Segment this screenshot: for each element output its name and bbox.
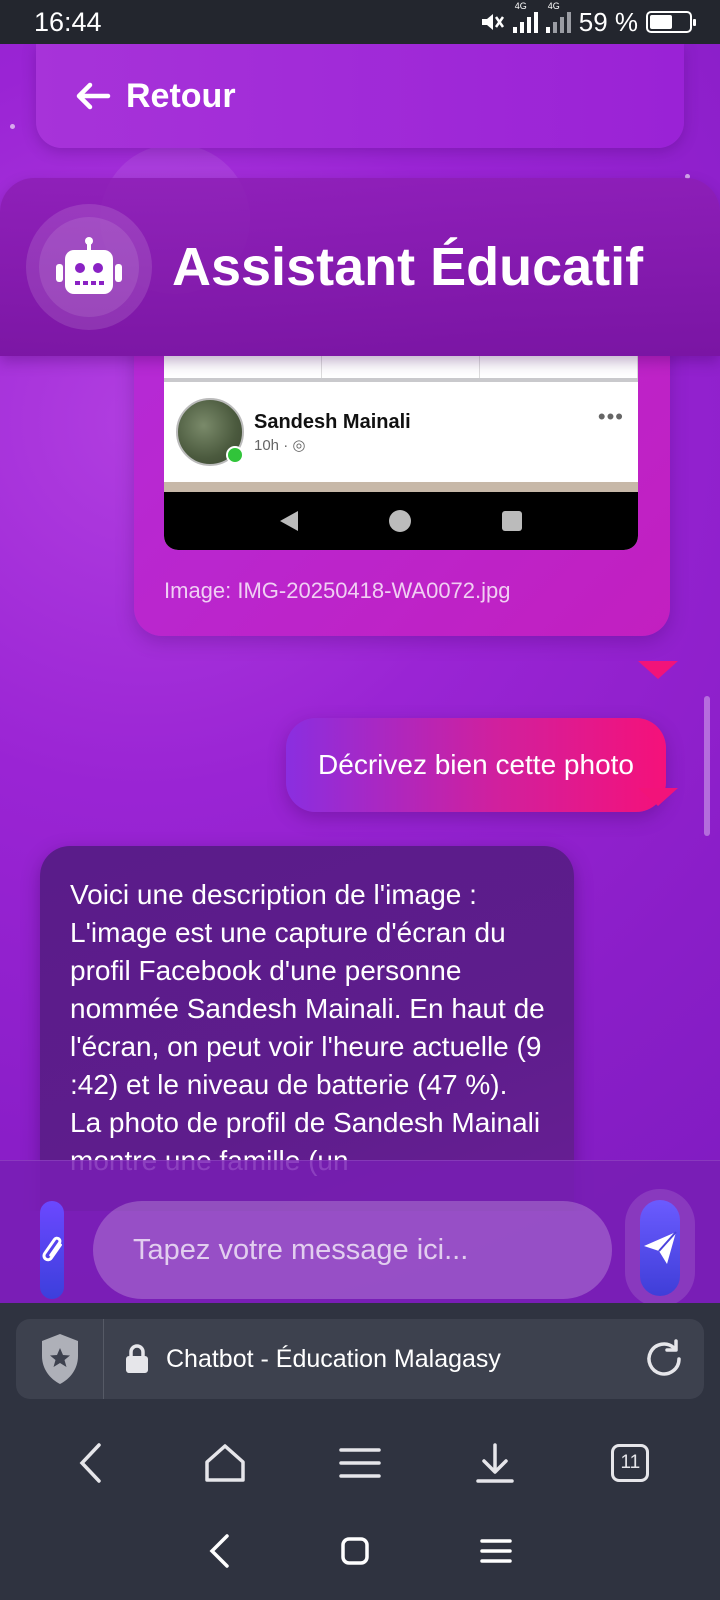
browser-toolbar: Chatbot - Éducation Malagasy 11 [0,1303,720,1600]
bot-message: Voici une description de l'image : L'ima… [40,846,574,1211]
download-icon [476,1443,514,1483]
screenshot-photo-strip [164,482,638,492]
back-triangle-icon [279,511,298,531]
browser-home-button[interactable] [195,1433,255,1493]
signal-icon-2: 4G [545,1,571,33]
system-back-icon [209,1533,229,1568]
chat-header: Assistant Éducatif [0,178,720,356]
status-icons: 4G 4G 59 % [479,1,696,38]
address-bar[interactable]: Chatbot - Éducation Malagasy [16,1319,704,1399]
tabs-count: 11 [611,1444,650,1482]
signal-icon: 4G [512,1,538,33]
message-input[interactable] [93,1201,612,1299]
composer [0,1160,720,1303]
scrollbar[interactable] [704,696,710,836]
mute-icon [481,14,504,30]
home-icon [205,1444,245,1482]
screenshot-tabs [164,356,638,382]
screenshot-name: Sandesh Mainali [254,410,411,433]
robot-icon [56,237,122,294]
battery-icon [646,11,696,33]
back-button[interactable]: Retour [36,44,684,148]
page-title: Assistant Éducatif [172,237,644,297]
battery-percent: 59 % [578,6,638,37]
attached-image[interactable]: Sandesh Mainali 10h · ◎ ••• [164,356,638,550]
system-nav-bar [0,1521,720,1585]
status-bar: 16:44 4G 4G 59 % [0,0,720,44]
paperclip-icon [42,1236,62,1262]
browser-tabs-button[interactable]: 11 [600,1433,660,1493]
online-dot [226,446,244,464]
status-time: 16:44 [34,6,102,37]
tracking-shield-button[interactable] [16,1319,104,1399]
decorative-dot [10,124,15,129]
profile-photo [176,398,244,466]
bubble-tail [638,661,678,679]
browser-nav-row: 11 [0,1423,720,1503]
chat-app: Retour Assistant Éducatif Sandesh Mainal… [0,44,720,1303]
system-home-icon [341,1536,369,1565]
image-caption: Image: IMG-20250418-WA0072.jpg [164,578,511,603]
send-icon [644,1231,677,1264]
image-message[interactable]: Sandesh Mainali 10h · ◎ ••• Image: IMG-2… [134,356,670,636]
home-circle-icon [388,510,411,532]
user-message: Décrivez bien cette photo [286,718,666,812]
system-back-button[interactable] [208,1533,230,1574]
recents-square-icon [502,511,523,531]
chevron-left-icon [79,1443,101,1483]
menu-icon [339,1448,381,1478]
screenshot-nav-bar [164,492,638,550]
back-label: Retour [126,76,236,115]
page-url-title: Chatbot - Éducation Malagasy [166,1344,501,1373]
browser-back-button[interactable] [60,1433,120,1493]
message-list[interactable]: Sandesh Mainali 10h · ◎ ••• Image: IMG-2… [0,356,720,1211]
system-menu-icon [480,1538,512,1563]
attach-button[interactable] [40,1201,64,1299]
reload-icon [647,1339,681,1376]
screenshot-time: 10h · ◎ [254,436,306,454]
more-icon: ••• [597,404,624,429]
arrow-left-icon [76,82,111,110]
send-button-wrap [625,1189,695,1303]
browser-menu-button[interactable] [330,1433,390,1493]
globe-icon: ◎ [292,436,306,454]
bubble-tail [638,788,678,806]
send-button[interactable] [640,1200,680,1296]
browser-download-button[interactable] [465,1433,525,1493]
bot-avatar [26,204,152,330]
lock-icon [126,1344,148,1373]
reload-button[interactable] [624,1338,704,1380]
screenshot-post-header: Sandesh Mainali 10h · ◎ ••• [164,382,638,482]
bot-message-text: Voici une description de l'image : L'ima… [70,879,545,1176]
system-recents-button[interactable] [480,1538,512,1569]
battery-fill [650,15,673,29]
shield-icon [41,1334,78,1384]
system-home-button[interactable] [340,1536,370,1571]
user-message-text: Décrivez bien cette photo [318,749,634,780]
